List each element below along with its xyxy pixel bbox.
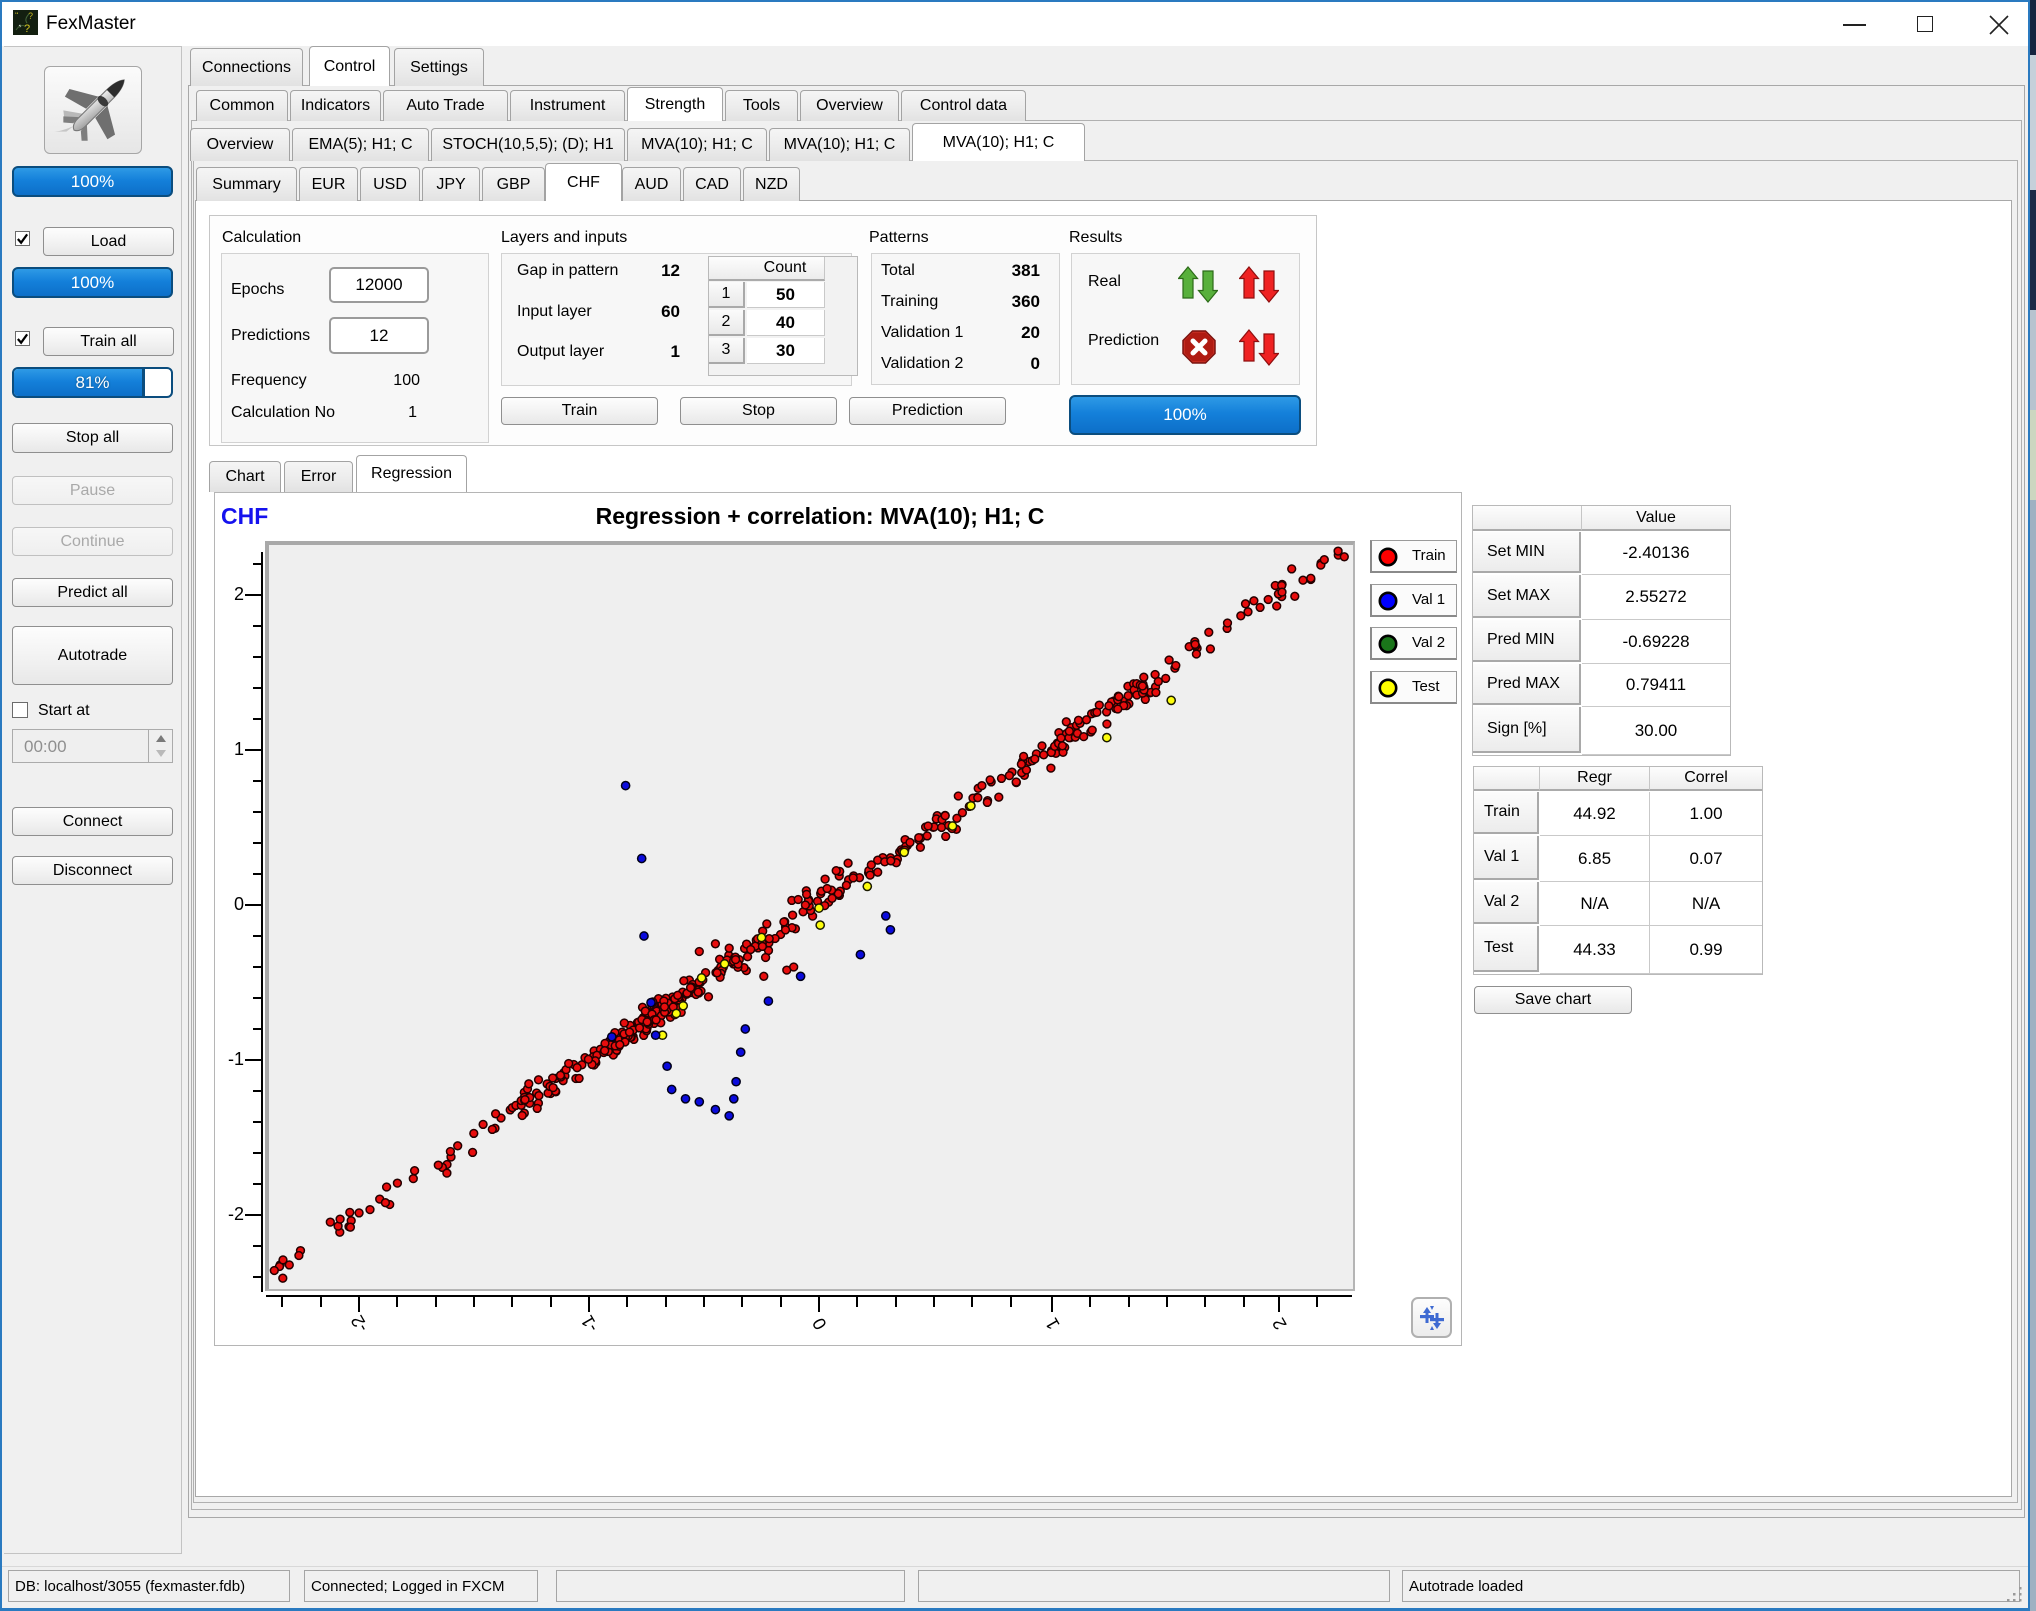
svg-text:ʻʻ: ʻʻ xyxy=(15,11,19,20)
svg-text:?: ? xyxy=(24,23,30,35)
svg-text:?: ? xyxy=(28,11,33,21)
